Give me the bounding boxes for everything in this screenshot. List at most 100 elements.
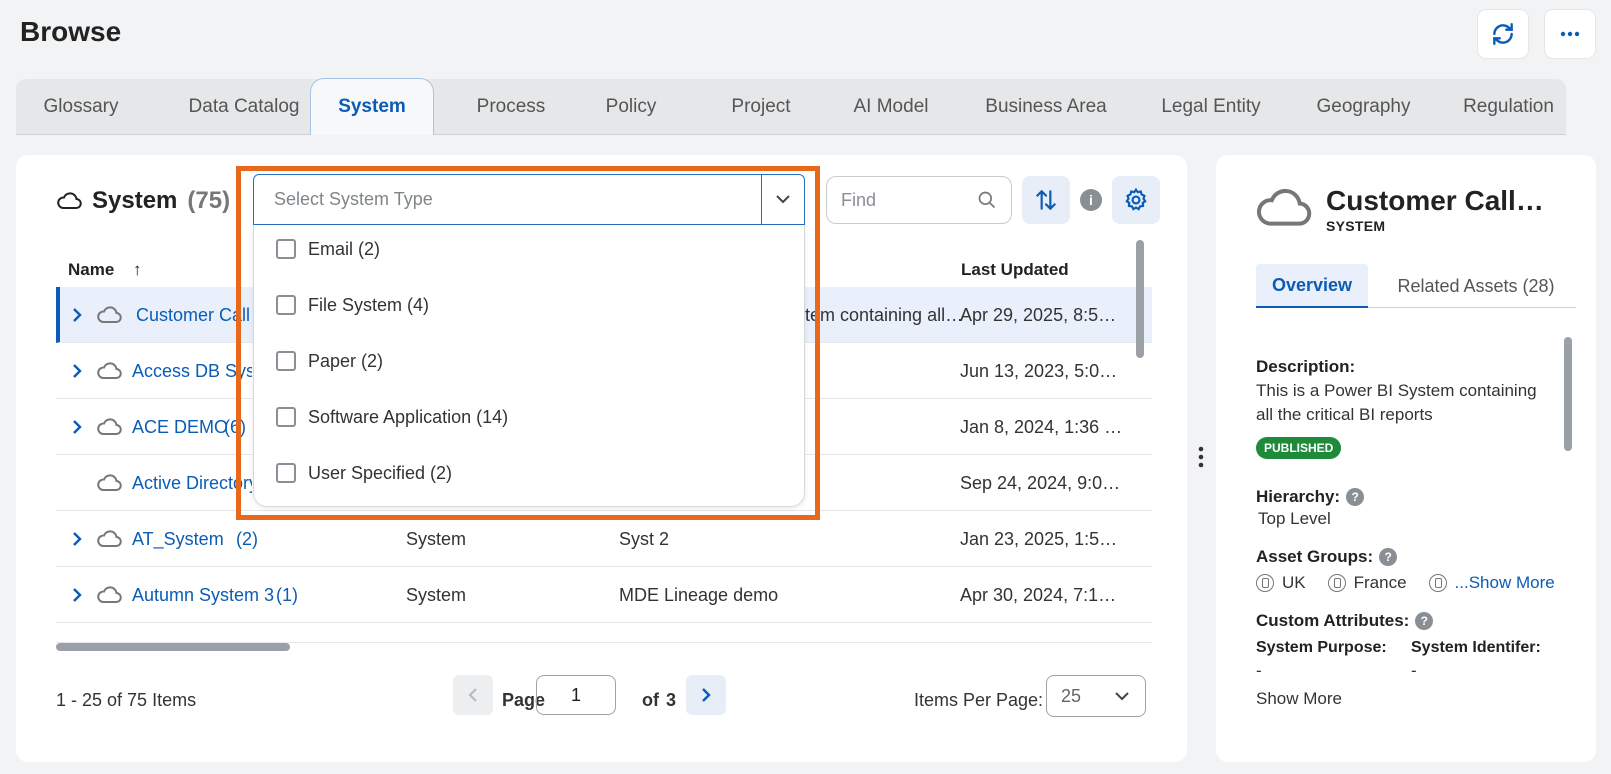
show-more-groups-link[interactable]: ...Show More bbox=[1455, 573, 1555, 593]
find-input[interactable]: Find bbox=[826, 176, 1012, 224]
find-placeholder: Find bbox=[841, 189, 877, 210]
detail-title: Customer Call… bbox=[1326, 185, 1544, 216]
row-name-link[interactable]: Active Directory bbox=[132, 455, 252, 511]
row-description: MDE Lineage demo bbox=[619, 584, 779, 605]
cloud-icon bbox=[1256, 188, 1312, 226]
option-label: Software Application (14) bbox=[308, 406, 509, 427]
tab-business-area[interactable]: Business Area bbox=[961, 79, 1131, 135]
option-user-specified[interactable]: User Specified (2) bbox=[276, 445, 452, 501]
chevron-down-icon bbox=[776, 195, 790, 204]
asset-group-icon bbox=[1428, 574, 1447, 592]
checkbox[interactable] bbox=[276, 295, 296, 315]
sort-button[interactable] bbox=[1022, 176, 1070, 224]
system-purpose-value: - bbox=[1256, 661, 1262, 680]
page-number-input[interactable]: 1 bbox=[536, 675, 616, 715]
refresh-button[interactable] bbox=[1478, 10, 1528, 58]
column-name-header[interactable]: Name ↑ bbox=[68, 260, 142, 280]
help-icon[interactable]: ? bbox=[1379, 548, 1398, 566]
cloud-icon bbox=[96, 287, 122, 343]
search-icon bbox=[978, 191, 996, 209]
tab-process[interactable]: Process bbox=[446, 79, 576, 135]
list-count: (75) bbox=[187, 187, 231, 214]
checkbox[interactable] bbox=[276, 463, 296, 483]
system-type-options: Email (2) File System (4) Paper (2) Soft… bbox=[253, 225, 805, 507]
items-per-page-label: Items Per Page: bbox=[914, 690, 1044, 710]
detail-panel: Customer Call… SYSTEM Overview Related A… bbox=[1216, 155, 1596, 762]
chevron-right-icon[interactable] bbox=[70, 287, 84, 343]
row-type: System bbox=[406, 584, 467, 605]
row-last-updated: Apr 29, 2025, 8:5… bbox=[960, 304, 1117, 325]
tab-data-catalog[interactable]: Data Catalog bbox=[154, 79, 334, 135]
show-more-link[interactable]: Show More bbox=[1256, 687, 1342, 711]
checkbox[interactable] bbox=[276, 239, 296, 259]
option-email[interactable]: Email (2) bbox=[276, 221, 380, 277]
checkbox[interactable] bbox=[276, 351, 296, 371]
info-icon[interactable]: i bbox=[1080, 189, 1102, 211]
help-icon[interactable]: ? bbox=[1415, 612, 1434, 630]
tab-policy[interactable]: Policy bbox=[571, 79, 691, 135]
cloud-icon bbox=[96, 399, 122, 455]
asset-group-france: France bbox=[1353, 573, 1407, 592]
row-name-link[interactable]: ACE DEMO bbox=[132, 399, 228, 455]
help-icon[interactable]: ? bbox=[1346, 488, 1365, 506]
tab-ai-model[interactable]: AI Model bbox=[826, 79, 956, 135]
system-identifier-label: System Identifer: bbox=[1411, 639, 1541, 656]
row-description: stem containing all… bbox=[796, 304, 964, 325]
asset-groups-list: UK France ...Show More bbox=[1256, 573, 1555, 593]
vertical-scrollbar[interactable] bbox=[1136, 240, 1144, 358]
more-options-button[interactable] bbox=[1545, 10, 1595, 58]
tab-system[interactable]: System bbox=[310, 78, 434, 135]
system-identifier-value: - bbox=[1411, 661, 1417, 680]
horizontal-scrollbar[interactable] bbox=[56, 643, 290, 651]
option-software-application[interactable]: Software Application (14) bbox=[276, 389, 508, 445]
category-tabs: Glossary Data Catalog System Process Pol… bbox=[16, 78, 1566, 135]
next-page-button[interactable] bbox=[686, 675, 726, 715]
asset-group-icon bbox=[1327, 574, 1346, 592]
checkbox[interactable] bbox=[276, 407, 296, 427]
items-per-page-select[interactable]: 25 bbox=[1046, 675, 1146, 717]
column-last-updated-header[interactable]: Last Updated bbox=[961, 260, 1069, 280]
custom-attributes-label: Custom Attributes:? bbox=[1256, 611, 1434, 631]
system-type-placeholder: Select System Type bbox=[274, 189, 433, 209]
prev-page-button[interactable] bbox=[453, 675, 493, 715]
row-last-updated: Jun 13, 2023, 5:0… bbox=[960, 360, 1118, 381]
list-title: System bbox=[92, 187, 178, 214]
option-label: Email (2) bbox=[308, 238, 381, 259]
more-horizontal-icon bbox=[1560, 31, 1580, 37]
cloud-icon bbox=[96, 455, 122, 511]
panel-resize-handle[interactable] bbox=[1198, 446, 1204, 473]
tab-glossary[interactable]: Glossary bbox=[16, 79, 146, 135]
tab-legal-entity[interactable]: Legal Entity bbox=[1131, 79, 1291, 135]
tab-overview[interactable]: Overview bbox=[1256, 264, 1368, 308]
chevron-right-icon[interactable] bbox=[70, 343, 84, 399]
row-last-updated: Jan 23, 2025, 1:5… bbox=[960, 528, 1118, 549]
tab-project[interactable]: Project bbox=[696, 79, 826, 135]
hierarchy-label: Hierarchy:? bbox=[1256, 487, 1365, 507]
tab-related-assets[interactable]: Related Assets (28) bbox=[1376, 264, 1576, 308]
tab-geography[interactable]: Geography bbox=[1291, 79, 1436, 135]
cloud-icon bbox=[96, 567, 122, 623]
row-name-link[interactable]: Access DB Syst bbox=[132, 343, 252, 399]
chevron-right-icon[interactable] bbox=[70, 511, 84, 567]
cloud-icon bbox=[96, 343, 122, 399]
row-name-link[interactable]: AT_System bbox=[132, 511, 224, 567]
table-row[interactable]: Autumn System 3 (1) System MDE Lineage d… bbox=[56, 567, 1152, 623]
detail-tabs: Overview Related Assets (28) bbox=[1256, 264, 1576, 308]
detail-subtitle: SYSTEM bbox=[1326, 218, 1386, 234]
chevron-right-icon[interactable] bbox=[70, 399, 84, 455]
chevron-right-icon bbox=[702, 688, 711, 702]
system-type-select[interactable]: Select System Type bbox=[253, 174, 805, 225]
tab-regulation[interactable]: Regulation bbox=[1436, 79, 1581, 135]
option-file-system[interactable]: File System (4) bbox=[276, 277, 429, 333]
detail-scrollbar[interactable] bbox=[1564, 337, 1572, 451]
asset-group-uk: UK bbox=[1282, 573, 1306, 592]
chevron-right-icon[interactable] bbox=[70, 567, 84, 623]
option-label: User Specified (2) bbox=[308, 462, 453, 483]
option-label: File System (4) bbox=[308, 294, 430, 315]
option-paper[interactable]: Paper (2) bbox=[276, 333, 383, 389]
settings-button[interactable] bbox=[1112, 176, 1160, 224]
items-per-page-value: 25 bbox=[1061, 685, 1082, 706]
row-name-link[interactable]: Autumn System 3 bbox=[132, 567, 274, 623]
asset-group-icon bbox=[1256, 574, 1274, 592]
sort-up-icon: ↑ bbox=[133, 260, 142, 279]
